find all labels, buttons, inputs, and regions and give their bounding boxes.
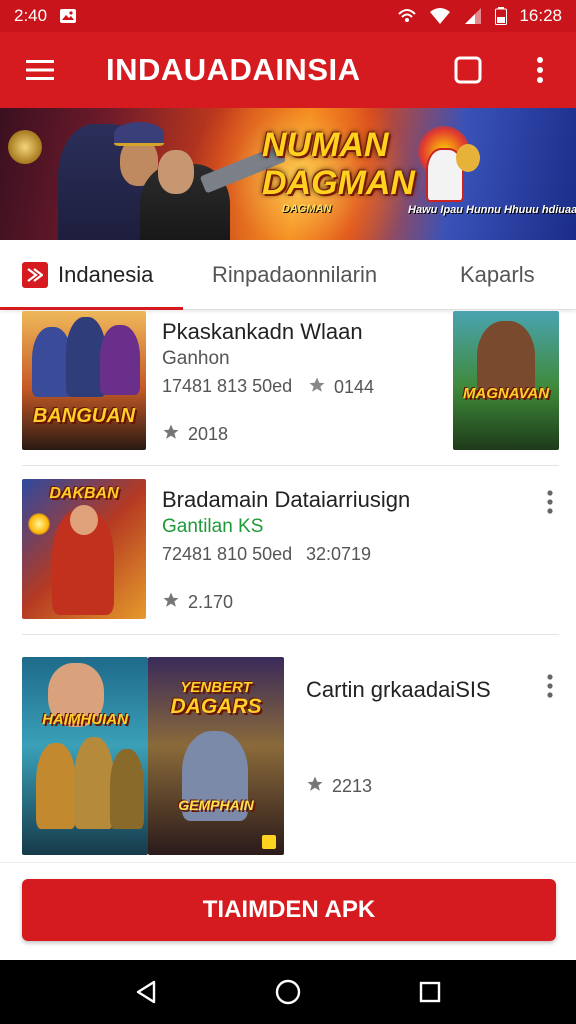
thumbnail-bottom-label: GEMPHAIN <box>178 797 254 813</box>
star-icon <box>162 423 180 446</box>
mascot-figure-2 <box>456 144 480 172</box>
back-triangle-icon <box>136 980 156 1004</box>
thumbnail-label: DAKBAN <box>49 485 119 502</box>
system-nav-bar <box>0 960 576 1024</box>
rating-value: 2.170 <box>188 592 234 612</box>
list-item[interactable]: DAKBAN Bradamain Dataiarriusign Gantilan… <box>0 479 576 635</box>
star-icon <box>162 591 180 614</box>
divider <box>22 465 559 466</box>
more-vert-icon <box>547 674 553 698</box>
tab-label: Rinpadaonnilarin <box>212 262 378 287</box>
app-size-info: 72481 810 50ed <box>162 544 293 564</box>
more-vert-icon <box>537 57 543 83</box>
list-item[interactable]: BANGUAN Pkaskankadn Wlaan Ganhon 17481 8… <box>0 311 576 466</box>
divider <box>22 634 559 635</box>
app-size-info: 17481 813 50ed <box>162 376 293 396</box>
download-count: 0144 <box>308 376 374 399</box>
hamburger-menu-icon <box>26 60 54 80</box>
app-rating: 2213 <box>306 775 372 798</box>
signal-icon <box>463 7 483 25</box>
banner-tagline: Hawu Ipau Hunnu Hhuuu hdiuaa! <box>408 204 576 216</box>
list-item[interactable]: HAIMHUIAN YENBERT DAGARS GEMPHAIN Cartin… <box>0 657 576 857</box>
app-thumbnail-side: MAGNAVAN <box>453 311 559 450</box>
more-options-button[interactable] <box>520 48 560 92</box>
more-vert-icon <box>547 490 553 514</box>
status-bar: 2:40 16:28 <box>0 0 576 32</box>
star-icon <box>306 775 324 798</box>
nav-back-button[interactable] <box>128 976 164 1008</box>
status-time-left: 2:40 <box>14 6 48 25</box>
item-more-button[interactable] <box>538 671 562 701</box>
app-title: Cartin grkaadaiSIS <box>306 677 491 702</box>
category-tabs: Indanesia Rinpadaonnilarin Kaparls <box>0 240 576 310</box>
app-rating: 2.170 <box>162 591 233 614</box>
nav-home-button[interactable] <box>270 976 306 1008</box>
thumbnail-label: HAIMHUIAN <box>42 711 128 728</box>
home-circle-icon <box>275 979 301 1005</box>
hero-face-right <box>158 150 194 194</box>
rating-value: 2018 <box>188 424 229 444</box>
promo-banner[interactable]: NUMAN DAGMAN DAGMAN Hawu Ipau Hunnu Hhuu… <box>0 108 576 240</box>
coin-decoration <box>8 130 42 164</box>
tab-label: Indanesia <box>58 262 154 287</box>
hero-hat <box>114 122 164 146</box>
app-logo-icon <box>22 262 48 288</box>
recents-square-icon <box>419 981 441 1003</box>
thumbnail-top-label: YENBERT <box>180 679 252 696</box>
download-icon <box>308 376 326 399</box>
square-icon <box>454 56 482 84</box>
tab-indanesia[interactable]: Indanesia <box>22 240 153 310</box>
tab-rinpadaonnilarin[interactable]: Rinpadaonnilarin <box>212 240 377 310</box>
app-bar: INDAUADAINSIA <box>0 32 576 108</box>
tab-label: Kaparls <box>460 262 535 287</box>
app-rating: 2018 <box>162 423 228 446</box>
banner-title: NUMAN DAGMAN <box>262 126 415 202</box>
thumbnail-label: DAGARS <box>170 695 262 718</box>
app-thumbnail-2: YENBERT DAGARS GEMPHAIN <box>148 657 284 855</box>
download-count: 32:0719 <box>306 544 372 564</box>
install-bar: TIAIMDEN APK <box>0 862 576 960</box>
app-thumbnail: DAKBAN <box>22 479 146 619</box>
square-button[interactable] <box>446 48 490 92</box>
item-more-button[interactable] <box>538 487 562 517</box>
tab-kaparls[interactable]: Kaparls <box>460 240 535 310</box>
hotspot-icon <box>397 7 417 25</box>
app-title: INDAUADAINSIA <box>106 52 361 87</box>
app-thumbnail: BANGUAN <box>22 311 146 450</box>
app-developer: Gantilan KS <box>162 516 264 537</box>
banner-subtitle: DAGMAN <box>282 203 332 215</box>
wifi-icon <box>429 7 451 25</box>
app-developer: Ganhon <box>162 348 230 369</box>
status-time-right: 16:28 <box>519 6 562 25</box>
rating-value: 2213 <box>332 776 373 796</box>
gallery-notification-icon <box>59 8 77 24</box>
app-root: 2:40 16:28 INDAUADAINSIA NUMAN DAGMAN DA… <box>0 0 576 1024</box>
app-title: Pkaskankadn Wlaan <box>162 319 363 344</box>
thumbnail-label: MAGNAVAN <box>462 385 550 402</box>
install-apk-button[interactable]: TIAIMDEN APK <box>22 879 556 941</box>
battery-icon <box>495 7 508 25</box>
app-thumbnail: HAIMHUIAN <box>22 657 148 855</box>
thumbnail-label: BANGUAN <box>32 405 136 427</box>
active-tab-indicator <box>0 307 183 310</box>
menu-button[interactable] <box>0 32 80 108</box>
nav-recents-button[interactable] <box>412 976 448 1008</box>
app-title: Bradamain Dataiarriusign <box>162 487 411 512</box>
